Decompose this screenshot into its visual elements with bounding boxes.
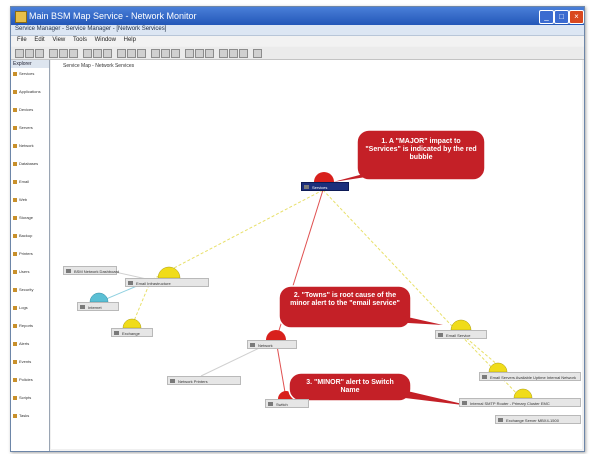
search-icon[interactable]	[195, 49, 204, 58]
tree-item[interactable]: Servers	[13, 125, 33, 130]
tree-item[interactable]: Backup	[13, 233, 32, 238]
close-button[interactable]: ×	[569, 10, 584, 24]
menu-tools[interactable]: Tools	[73, 37, 87, 43]
map-node[interactable]: Internal SMTP Router - Primary Cluster E…	[459, 398, 581, 407]
minor-status-bubble	[488, 362, 508, 373]
explorer-header: Explorer	[11, 60, 49, 68]
tree-item[interactable]: Devices	[13, 107, 33, 112]
tree-item[interactable]: Network	[13, 143, 34, 148]
new-icon[interactable]	[15, 49, 24, 58]
title-bar[interactable]: Main BSM Map Service - Network Monitor _…	[11, 7, 584, 25]
tree-item[interactable]: Policies	[13, 377, 33, 382]
toolbar	[11, 47, 584, 60]
menu-window[interactable]: Window	[95, 37, 116, 43]
menu-edit[interactable]: Edit	[34, 37, 44, 43]
map-node-network[interactable]: Network	[247, 340, 297, 349]
tree-item[interactable]: Security	[13, 287, 33, 292]
cut-icon[interactable]	[49, 49, 58, 58]
document-title: Service Manager - Service Manager - [Net…	[15, 26, 167, 32]
home-icon[interactable]	[239, 49, 248, 58]
tree-item[interactable]: Tasks	[13, 413, 29, 418]
export-icon[interactable]	[161, 49, 170, 58]
info-status-bubble	[89, 292, 109, 303]
map-node[interactable]: Email Infrastructure	[125, 278, 209, 287]
callout-2-text: 2. "Towns" is root cause of the minor al…	[290, 292, 400, 307]
menu-help[interactable]: Help	[124, 37, 136, 43]
back-icon[interactable]	[219, 49, 228, 58]
minor-status-bubble	[122, 318, 142, 329]
map-node[interactable]: Exchange Server MBX4-1500	[495, 415, 581, 424]
major-status-bubble	[266, 330, 286, 340]
map-node-email-service[interactable]: Email Service	[435, 330, 487, 339]
tree-item[interactable]: Logs	[13, 305, 28, 310]
copy-icon[interactable]	[59, 49, 68, 58]
explorer-panel: Explorer Services Applications Devices S…	[11, 60, 50, 451]
map-node[interactable]: Internet	[77, 302, 119, 311]
document-title-bar: Service Manager - Service Manager - [Net…	[11, 25, 584, 36]
forward-icon[interactable]	[229, 49, 238, 58]
tree-item[interactable]: Services	[13, 71, 34, 76]
connector-line	[150, 189, 324, 281]
save-icon[interactable]	[35, 49, 44, 58]
fit-icon[interactable]	[103, 49, 112, 58]
app-icon	[15, 11, 27, 23]
tree-item[interactable]: Storage	[13, 215, 33, 220]
help-icon[interactable]	[253, 49, 262, 58]
map-node[interactable]: Exchange	[111, 328, 153, 337]
layout-icon[interactable]	[117, 49, 126, 58]
callout-3-text: 3. "MINOR" alert to Switch Name	[306, 379, 394, 394]
zoom-out-icon[interactable]	[93, 49, 102, 58]
map-node[interactable]: BSM Network Dashboard	[63, 266, 119, 275]
menu-bar: File Edit View Tools Window Help	[11, 36, 584, 46]
window-title: Main BSM Map Service - Network Monitor	[29, 11, 197, 21]
tree-item[interactable]: Databases	[13, 161, 38, 166]
callout-1-text: 1. A "MAJOR" impact to "Services" is ind…	[365, 138, 477, 161]
minor-status-bubble	[513, 388, 533, 399]
refresh-icon[interactable]	[127, 49, 136, 58]
zoom-in-icon[interactable]	[83, 49, 92, 58]
minimize-button[interactable]: _	[539, 10, 554, 24]
menu-view[interactable]: View	[52, 37, 65, 43]
tree-item[interactable]: Applications	[13, 89, 41, 94]
tree-item[interactable]: Events	[13, 359, 31, 364]
tree-item[interactable]: Reports	[13, 323, 33, 328]
filter-icon[interactable]	[137, 49, 146, 58]
minor-status-bubble	[450, 319, 472, 331]
tree-item[interactable]: Alerts	[13, 341, 29, 346]
open-icon[interactable]	[25, 49, 34, 58]
settings-icon[interactable]	[205, 49, 214, 58]
maximize-button[interactable]: □	[554, 10, 569, 24]
map-node[interactable]: Email Servers Available Uptime Internal …	[479, 372, 581, 381]
print-icon[interactable]	[151, 49, 160, 58]
app-window: Main BSM Map Service - Network Monitor _…	[10, 6, 585, 452]
link-icon[interactable]	[185, 49, 194, 58]
tree-item[interactable]: Printers	[13, 251, 33, 256]
menu-file[interactable]: File	[17, 37, 27, 43]
map-node-switch[interactable]: Switch	[265, 399, 309, 408]
tree-item[interactable]: Web	[13, 197, 27, 202]
properties-icon[interactable]	[171, 49, 180, 58]
service-map-canvas[interactable]: Service Map - Network Services Services …	[51, 60, 582, 449]
paste-icon[interactable]	[69, 49, 78, 58]
major-status-bubble	[314, 172, 334, 182]
map-node-services[interactable]: Services	[301, 182, 349, 191]
map-node[interactable]: Network Printers	[167, 376, 241, 385]
minor-status-bubble	[157, 266, 181, 279]
tree-item[interactable]: Users	[13, 269, 29, 274]
tree-item[interactable]: Email	[13, 179, 29, 184]
tree-item[interactable]: Scripts	[13, 395, 31, 400]
